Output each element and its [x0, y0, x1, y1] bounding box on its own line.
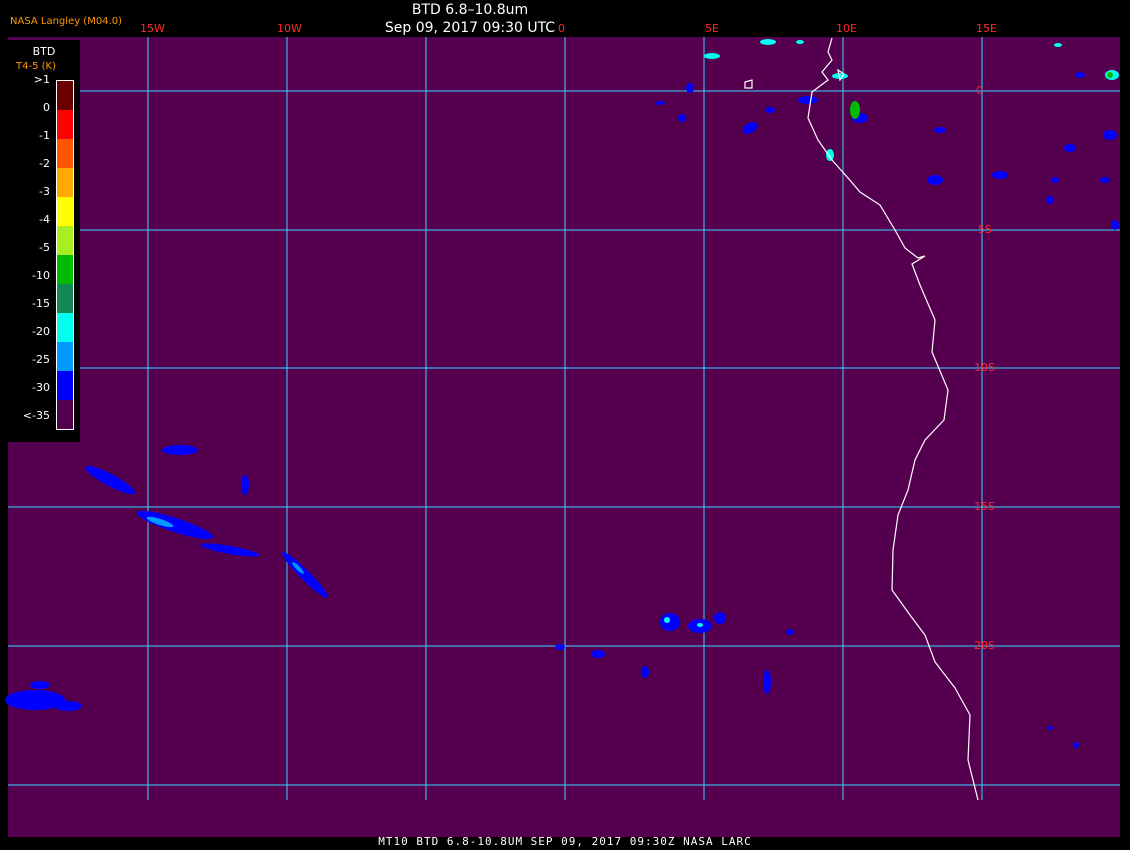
satellite-map [5, 37, 1120, 837]
legend-color-cell [57, 313, 73, 342]
legend-label: 0 [43, 101, 50, 114]
lat-label-15s: 15S [974, 500, 995, 513]
legend-label: -10 [32, 269, 50, 282]
legend-color-cell [57, 400, 73, 429]
legend-label: -1 [39, 129, 50, 142]
legend-color-cell [57, 255, 73, 284]
lon-label-15w: 15W [140, 22, 165, 35]
map-background [8, 37, 1120, 837]
legend-label: -25 [32, 353, 50, 366]
legend-units: T4-5 (K) [16, 61, 56, 72]
color-legend: BTD T4-5 (K) >1 0 -1 -2 -3 -4 -5 -10 -15 -20 -25 -3… [8, 40, 80, 442]
legend-label: -4 [39, 213, 50, 226]
lat-label-20s: 20S [974, 639, 995, 652]
credit-label: NASA Langley (M04.0) [10, 16, 122, 27]
legend-color-cell [57, 168, 73, 197]
legend-color-cell [57, 284, 73, 313]
lon-label-10w: 10W [277, 22, 302, 35]
legend-label: -2 [39, 157, 50, 170]
legend-colorbar [56, 80, 74, 430]
lat-label-5s: 5S [978, 223, 992, 236]
legend-color-cell [57, 197, 73, 226]
legend-label: -3 [39, 185, 50, 198]
legend-color-cell [57, 371, 73, 400]
legend-color-cell [57, 110, 73, 139]
legend-label: <-35 [22, 409, 50, 422]
legend-label: >1 [33, 73, 50, 86]
lat-label-0: 0 [976, 84, 983, 97]
lat-label-10s: 10S [974, 361, 995, 374]
lon-label-5e: 5E [705, 22, 719, 35]
lon-label-10e: 10E [836, 22, 857, 35]
legend-label: -15 [32, 297, 50, 310]
legend-color-cell [57, 342, 73, 371]
product-title: BTD 6.8–10.8um [411, 2, 529, 18]
legend-label: -20 [32, 325, 50, 338]
legend-color-cell [57, 226, 73, 255]
legend-title: BTD [32, 45, 56, 58]
legend-label: -30 [32, 381, 50, 394]
legend-label: -5 [39, 241, 50, 254]
lon-label-15e: 15E [976, 22, 997, 35]
legend-color-cell [57, 81, 73, 110]
footer-caption: MT10 BTD 6.8-10.8UM SEP 09, 2017 09:30Z … [378, 835, 752, 848]
legend-color-cell [57, 139, 73, 168]
lon-label-0: 0 [558, 22, 565, 35]
